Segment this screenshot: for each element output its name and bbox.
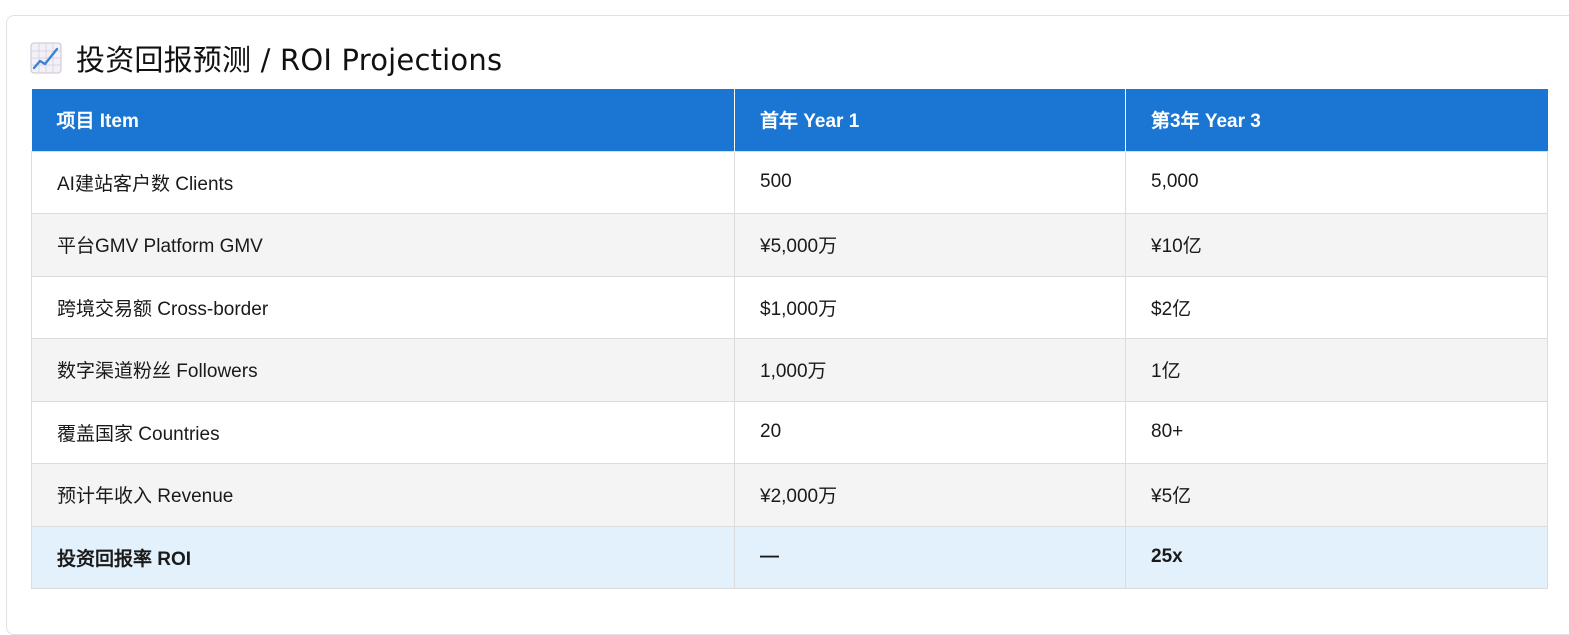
table-row: 数字渠道粉丝 Followers 1,000万 1亿 <box>31 338 1548 402</box>
roi-total-row: 投资回报率 ROI — 25x <box>31 525 1548 589</box>
year-3-value: 80+ <box>1125 400 1548 464</box>
row-label: 数字渠道粉丝 Followers <box>31 338 735 402</box>
roi-year-3-value: 25x <box>1125 525 1548 589</box>
year-1-value: 20 <box>734 400 1126 464</box>
year-3-value: 1亿 <box>1125 338 1548 402</box>
table-row: AI建站客户数 Clients 500 5,000 <box>31 150 1548 214</box>
year-1-value: 1,000万 <box>734 338 1126 402</box>
row-label: 覆盖国家 Countries <box>31 400 735 464</box>
table-row: 覆盖国家 Countries 20 80+ <box>31 400 1548 464</box>
table-row: 跨境交易额 Cross-border $1,000万 $2亿 <box>31 275 1548 339</box>
table-header-row: 项目 Item 首年 Year 1 第3年 Year 3 <box>31 89 1548 151</box>
section-header: 投资回报预测 / ROI Projections <box>30 38 502 78</box>
roi-year-1-value: — <box>734 525 1126 589</box>
column-header-year-1: 首年 Year 1 <box>734 89 1126 151</box>
table-row: 平台GMV Platform GMV ¥5,000万 ¥10亿 <box>31 213 1548 277</box>
year-1-value: $1,000万 <box>734 275 1126 339</box>
chart-increasing-icon <box>30 42 62 74</box>
year-3-value: ¥10亿 <box>1125 213 1548 277</box>
year-1-value: ¥5,000万 <box>734 213 1126 277</box>
year-3-value: ¥5亿 <box>1125 463 1548 527</box>
page-title: 投资回报预测 / ROI Projections <box>76 43 503 77</box>
column-header-item: 项目 Item <box>31 89 735 151</box>
roi-label: 投资回报率 ROI <box>31 525 735 589</box>
roi-table: 项目 Item 首年 Year 1 第3年 Year 3 AI建站客户数 Cli… <box>31 89 1548 589</box>
row-label: 平台GMV Platform GMV <box>31 213 735 277</box>
table-row: 预计年收入 Revenue ¥2,000万 ¥5亿 <box>31 463 1548 527</box>
year-3-value: $2亿 <box>1125 275 1548 339</box>
year-1-value: ¥2,000万 <box>734 463 1126 527</box>
row-label: 跨境交易额 Cross-border <box>31 275 735 339</box>
year-1-value: 500 <box>734 150 1126 214</box>
column-header-year-3: 第3年 Year 3 <box>1125 89 1548 151</box>
row-label: AI建站客户数 Clients <box>31 150 735 214</box>
row-label: 预计年收入 Revenue <box>31 463 735 527</box>
year-3-value: 5,000 <box>1125 150 1548 214</box>
